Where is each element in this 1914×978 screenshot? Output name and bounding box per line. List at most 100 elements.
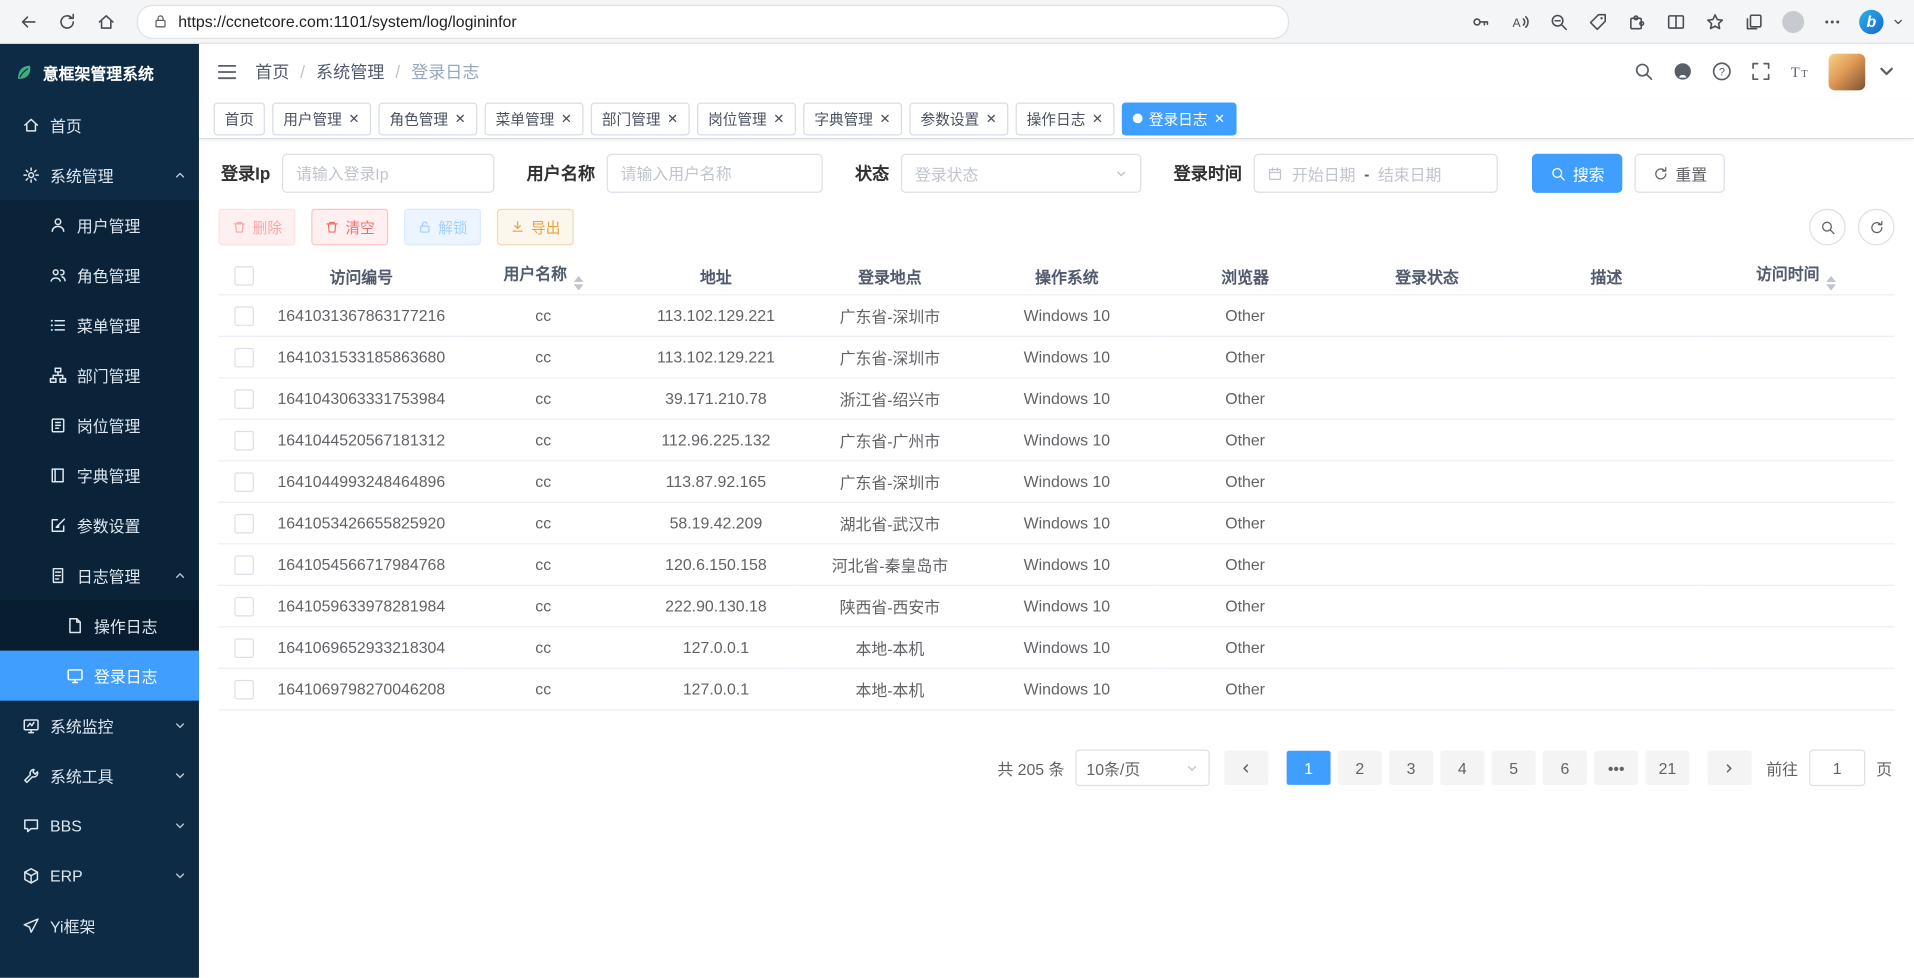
page-button[interactable]: ••• <box>1594 751 1638 785</box>
sidebar-item-erp[interactable]: ERP <box>0 851 199 901</box>
tab[interactable]: 部门管理 <box>591 102 690 135</box>
clear-button[interactable]: 清空 <box>311 209 388 246</box>
bing-icon[interactable]: b <box>1853 4 1890 38</box>
prev-page-button[interactable] <box>1224 751 1268 785</box>
home-icon[interactable] <box>88 4 125 38</box>
row-checkbox[interactable] <box>234 472 254 492</box>
status-select[interactable]: 登录状态 <box>901 154 1141 193</box>
reset-button[interactable]: 重置 <box>1635 154 1725 193</box>
tab[interactable]: 用户管理 <box>272 102 371 135</box>
sidebar-item-dept-mgmt[interactable]: 部门管理 <box>0 350 199 400</box>
sidebar-item-login-log[interactable]: 登录日志 <box>0 651 199 701</box>
sidebar-item-user-mgmt[interactable]: 用户管理 <box>0 200 199 250</box>
tab-close-icon[interactable] <box>985 112 997 124</box>
refresh-icon[interactable] <box>49 4 86 38</box>
password-key-icon[interactable] <box>1462 4 1499 38</box>
extensions-icon[interactable] <box>1619 4 1656 38</box>
sidebar-item-param-settings[interactable]: 参数设置 <box>0 500 199 550</box>
tab[interactable]: 角色管理 <box>378 102 477 135</box>
date-start-placeholder[interactable]: 开始日期 <box>1292 162 1355 185</box>
help-icon[interactable]: ? <box>1711 61 1732 82</box>
col-access-time[interactable]: 访问时间 <box>1697 258 1895 295</box>
back-icon[interactable] <box>10 4 47 38</box>
search-button[interactable]: 搜索 <box>1533 154 1623 193</box>
unlock-button[interactable]: 解锁 <box>404 209 481 246</box>
sort-caret-icon[interactable] <box>573 276 583 291</box>
favorites-icon[interactable] <box>1697 4 1734 38</box>
tab[interactable]: 参数设置 <box>910 102 1009 135</box>
date-end-placeholder[interactable]: 结束日期 <box>1378 162 1441 185</box>
row-checkbox[interactable] <box>234 348 254 368</box>
sidebar-toggle[interactable] <box>216 60 238 82</box>
tab[interactable]: 首页 <box>214 102 265 135</box>
sidebar-item-bbs[interactable]: BBS <box>0 801 199 851</box>
tab[interactable]: 字典管理 <box>803 102 902 135</box>
sidebar-item-home[interactable]: 首页 <box>0 100 199 150</box>
refresh-table-button[interactable] <box>1858 209 1895 246</box>
tab-close-icon[interactable] <box>879 112 891 124</box>
tab[interactable]: 菜单管理 <box>485 102 584 135</box>
collections-icon[interactable] <box>1736 4 1773 38</box>
site-info-icon[interactable] <box>153 13 169 29</box>
next-page-button[interactable] <box>1708 751 1752 785</box>
tab-close-icon[interactable] <box>1091 112 1103 124</box>
col-username[interactable]: 用户名称 <box>453 258 634 295</box>
github-icon[interactable] <box>1672 61 1693 82</box>
tab[interactable]: 岗位管理 <box>697 102 796 135</box>
login-ip-input[interactable] <box>284 155 494 192</box>
read-aloud-icon[interactable]: A <box>1501 4 1538 38</box>
username-input[interactable] <box>608 155 822 192</box>
sidebar-item-log-mgmt[interactable]: 日志管理 <box>0 551 199 601</box>
page-button[interactable]: 5 <box>1492 751 1536 785</box>
sidebar-item-menu-mgmt[interactable]: 菜单管理 <box>0 300 199 350</box>
sort-caret-icon[interactable] <box>1826 276 1836 291</box>
tab-close-icon[interactable] <box>348 112 360 124</box>
font-size-icon[interactable]: TT <box>1790 61 1811 82</box>
row-checkbox[interactable] <box>234 597 254 617</box>
page-button[interactable]: 6 <box>1543 751 1587 785</box>
browser-profile-icon[interactable] <box>1775 4 1812 38</box>
row-checkbox[interactable] <box>234 555 254 575</box>
delete-button[interactable]: 删除 <box>219 209 296 246</box>
tab-close-icon[interactable] <box>560 112 572 124</box>
row-checkbox[interactable] <box>234 514 254 534</box>
page-button[interactable]: 2 <box>1338 751 1382 785</box>
goto-page-input[interactable] <box>1809 750 1865 787</box>
tab-close-icon[interactable] <box>454 112 466 124</box>
search-icon[interactable] <box>1633 61 1654 82</box>
chevron-down-icon[interactable] <box>1876 61 1897 82</box>
row-checkbox[interactable] <box>234 389 254 409</box>
page-button[interactable]: 21 <box>1645 751 1689 785</box>
user-avatar[interactable] <box>1829 53 1866 90</box>
shopping-icon[interactable] <box>1580 4 1617 38</box>
row-checkbox[interactable] <box>234 680 254 700</box>
page-size-select[interactable]: 10条/页 <box>1075 750 1209 787</box>
chevron-down-icon[interactable] <box>1892 15 1904 27</box>
row-checkbox[interactable] <box>234 431 254 451</box>
sidebar-item-dict-mgmt[interactable]: 字典管理 <box>0 450 199 500</box>
sidebar-item-role-mgmt[interactable]: 角色管理 <box>0 250 199 300</box>
date-range-picker[interactable]: 开始日期 - 结束日期 <box>1254 154 1498 193</box>
page-button[interactable]: 4 <box>1440 751 1484 785</box>
row-checkbox[interactable] <box>234 306 254 326</box>
page-button[interactable]: 1 <box>1287 751 1331 785</box>
row-checkbox[interactable] <box>234 638 254 658</box>
tab[interactable]: 登录日志 <box>1122 102 1237 135</box>
tab-close-icon[interactable] <box>667 112 679 124</box>
sidebar-item-monitor[interactable]: 系统监控 <box>0 701 199 751</box>
more-icon[interactable] <box>1814 4 1851 38</box>
breadcrumb-system[interactable]: 系统管理 <box>316 59 384 83</box>
page-button[interactable]: 3 <box>1389 751 1433 785</box>
breadcrumb-home[interactable]: 首页 <box>255 59 289 83</box>
fullscreen-icon[interactable] <box>1750 61 1771 82</box>
tab-close-icon[interactable] <box>1214 112 1226 124</box>
address-bar[interactable]: https://ccnetcore.com:1101/system/log/lo… <box>137 4 1289 38</box>
tab[interactable]: 操作日志 <box>1016 102 1115 135</box>
sidebar-item-tools[interactable]: 系统工具 <box>0 751 199 801</box>
app-logo[interactable]: 意框架管理系统 <box>0 44 199 100</box>
sidebar-item-yi-framework[interactable]: Yi框架 <box>0 901 199 951</box>
select-all-checkbox[interactable] <box>234 266 254 286</box>
sidebar-item-system[interactable]: 系统管理 <box>0 150 199 200</box>
sidebar-item-post-mgmt[interactable]: 岗位管理 <box>0 400 199 450</box>
tab-close-icon[interactable] <box>773 112 785 124</box>
